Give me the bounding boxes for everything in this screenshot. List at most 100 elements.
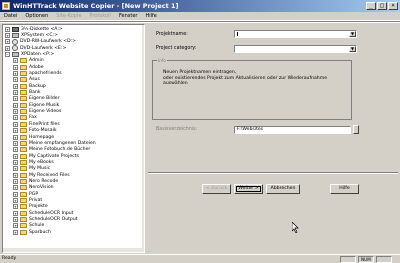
cd-icon (12, 38, 18, 45)
tree-item-label: Adobe (29, 64, 44, 70)
project-name-label: Projektname: (156, 32, 188, 37)
expand-icon[interactable]: + (13, 64, 18, 70)
folder-icon (20, 83, 27, 89)
project-category-combo[interactable]: ▼ (234, 45, 357, 53)
collapse-icon[interactable]: − (5, 52, 10, 58)
expand-icon[interactable]: + (13, 223, 18, 229)
expand-icon[interactable]: + (13, 115, 18, 121)
folder-icon (20, 109, 27, 115)
folder-icon (20, 166, 27, 172)
tree-item-label: My Captivate Projects (29, 153, 79, 159)
folder-icon (20, 58, 27, 64)
chevron-down-icon[interactable]: ▼ (349, 31, 356, 37)
folder-icon (20, 153, 27, 159)
expand-icon[interactable]: + (13, 185, 18, 191)
expand-icon[interactable]: + (5, 39, 10, 45)
expand-icon[interactable]: + (13, 121, 18, 127)
expand-icon[interactable]: + (13, 197, 18, 203)
cd-icon (12, 45, 18, 52)
folder-icon (20, 90, 27, 96)
tree-item-label: DVD-RW-Laufwerk <D:> (20, 39, 77, 45)
menu-optionen[interactable]: Optionen (21, 13, 52, 19)
expand-icon[interactable]: + (5, 45, 10, 51)
info-groupbox: Info Neuen Projektnamen eintragen, oder … (152, 58, 352, 120)
expand-icon[interactable]: + (13, 77, 18, 83)
expand-icon[interactable]: + (13, 178, 18, 184)
expand-icon[interactable]: + (13, 102, 18, 108)
expand-icon[interactable]: + (13, 229, 18, 235)
menu-fenster[interactable]: Fenster (115, 13, 142, 19)
menu-site-kopie[interactable]: Site-Kopie (52, 13, 85, 19)
info-line: auswählen (163, 81, 188, 86)
cancel-button[interactable]: Abbrechen (266, 184, 300, 194)
menu-protokoll[interactable]: Protokoll (85, 13, 115, 19)
expand-icon[interactable]: + (13, 204, 18, 210)
folder-icon (20, 223, 27, 229)
minimize-button[interactable]: _ (366, 2, 376, 10)
expand-icon[interactable]: + (13, 166, 18, 172)
tree-item-label: Bank (29, 90, 41, 96)
expand-icon[interactable]: + (13, 172, 18, 178)
tree-item-label: Fax (29, 115, 37, 121)
drive-icon (12, 52, 19, 58)
folder-icon (20, 204, 27, 210)
menu-datei[interactable]: Datei (0, 13, 21, 19)
tree-horizontal-scrollbar[interactable] (3, 248, 142, 252)
help-button[interactable]: Hilfe (330, 184, 359, 194)
menu-separator (0, 21, 400, 23)
folder-icon (20, 71, 27, 77)
chevron-down-icon[interactable]: ▼ (349, 46, 356, 52)
expand-icon[interactable]: + (13, 159, 18, 165)
close-button[interactable]: × (388, 2, 398, 10)
expand-icon[interactable]: + (13, 140, 18, 146)
expand-icon[interactable]: + (13, 90, 18, 96)
expand-icon[interactable]: + (13, 191, 18, 197)
browse-button[interactable] (353, 125, 359, 134)
folder-icon (20, 96, 27, 102)
expand-icon[interactable]: + (13, 147, 18, 153)
menu-hilfe[interactable]: Hilfe (141, 13, 160, 19)
base-path-input[interactable]: F:\Websites (234, 126, 351, 134)
tree-item-label: My eBooks (29, 159, 54, 165)
expand-icon[interactable]: + (13, 83, 18, 89)
expand-icon[interactable]: + (13, 210, 18, 216)
status-cell (340, 256, 356, 263)
tree-folder-item[interactable]: + Sparbuch (3, 229, 141, 235)
tree-item-label: My Received Files (29, 172, 70, 178)
expand-icon[interactable]: + (13, 58, 18, 64)
expand-icon[interactable]: + (5, 33, 10, 39)
project-category-label: Project category: (156, 46, 197, 51)
maximize-button[interactable]: □ (377, 2, 387, 10)
tree-item-label: Nero Recode (29, 178, 59, 184)
expand-icon[interactable]: + (5, 26, 10, 32)
expand-icon[interactable]: + (13, 96, 18, 102)
expand-icon[interactable]: + (13, 128, 18, 134)
tree-item-label: Admin (29, 58, 44, 64)
tree-item-label: Projekte (29, 204, 48, 210)
tree-vertical-scrollbar[interactable] (142, 25, 144, 252)
expand-icon[interactable]: + (13, 71, 18, 77)
tree-item-label: XPSystem <C:> (21, 33, 58, 39)
tree-item-label: Meine Fotobuch.de Bücher (29, 147, 91, 153)
expand-icon[interactable]: + (13, 216, 18, 222)
back-button[interactable]: < Zurück (202, 184, 231, 194)
folder-icon (20, 140, 27, 146)
num-lock-indicator: NUM (358, 256, 374, 263)
tree-item-label: Foto-Mosaik (29, 128, 57, 134)
status-cell (376, 256, 392, 263)
info-line: oder existierendes Projekt zum Aktualisi… (163, 75, 328, 81)
project-name-combo[interactable]: ▼ (234, 30, 357, 38)
expand-icon[interactable]: + (13, 153, 18, 159)
floppy-icon (12, 26, 19, 32)
tree-item-label: Meine empfangenen Dateien (29, 140, 96, 146)
expand-icon[interactable]: + (13, 134, 18, 140)
folder-icon (20, 178, 27, 184)
folder-icon (20, 185, 27, 191)
expand-icon[interactable]: + (13, 109, 18, 115)
window-title: WinHTTrack Website Copier - [New Project… (13, 2, 179, 10)
next-button[interactable]: Weiter > (234, 184, 263, 194)
folder-tree[interactable]: + 3½-Diskette <A:> + XPSystem <C:> + DVD… (2, 24, 145, 253)
folder-icon (20, 172, 27, 178)
tree-item-label: XPDaten <P:> (21, 52, 55, 58)
menu-bar: Datei Optionen Site-Kopie Protokoll Fens… (0, 12, 400, 21)
